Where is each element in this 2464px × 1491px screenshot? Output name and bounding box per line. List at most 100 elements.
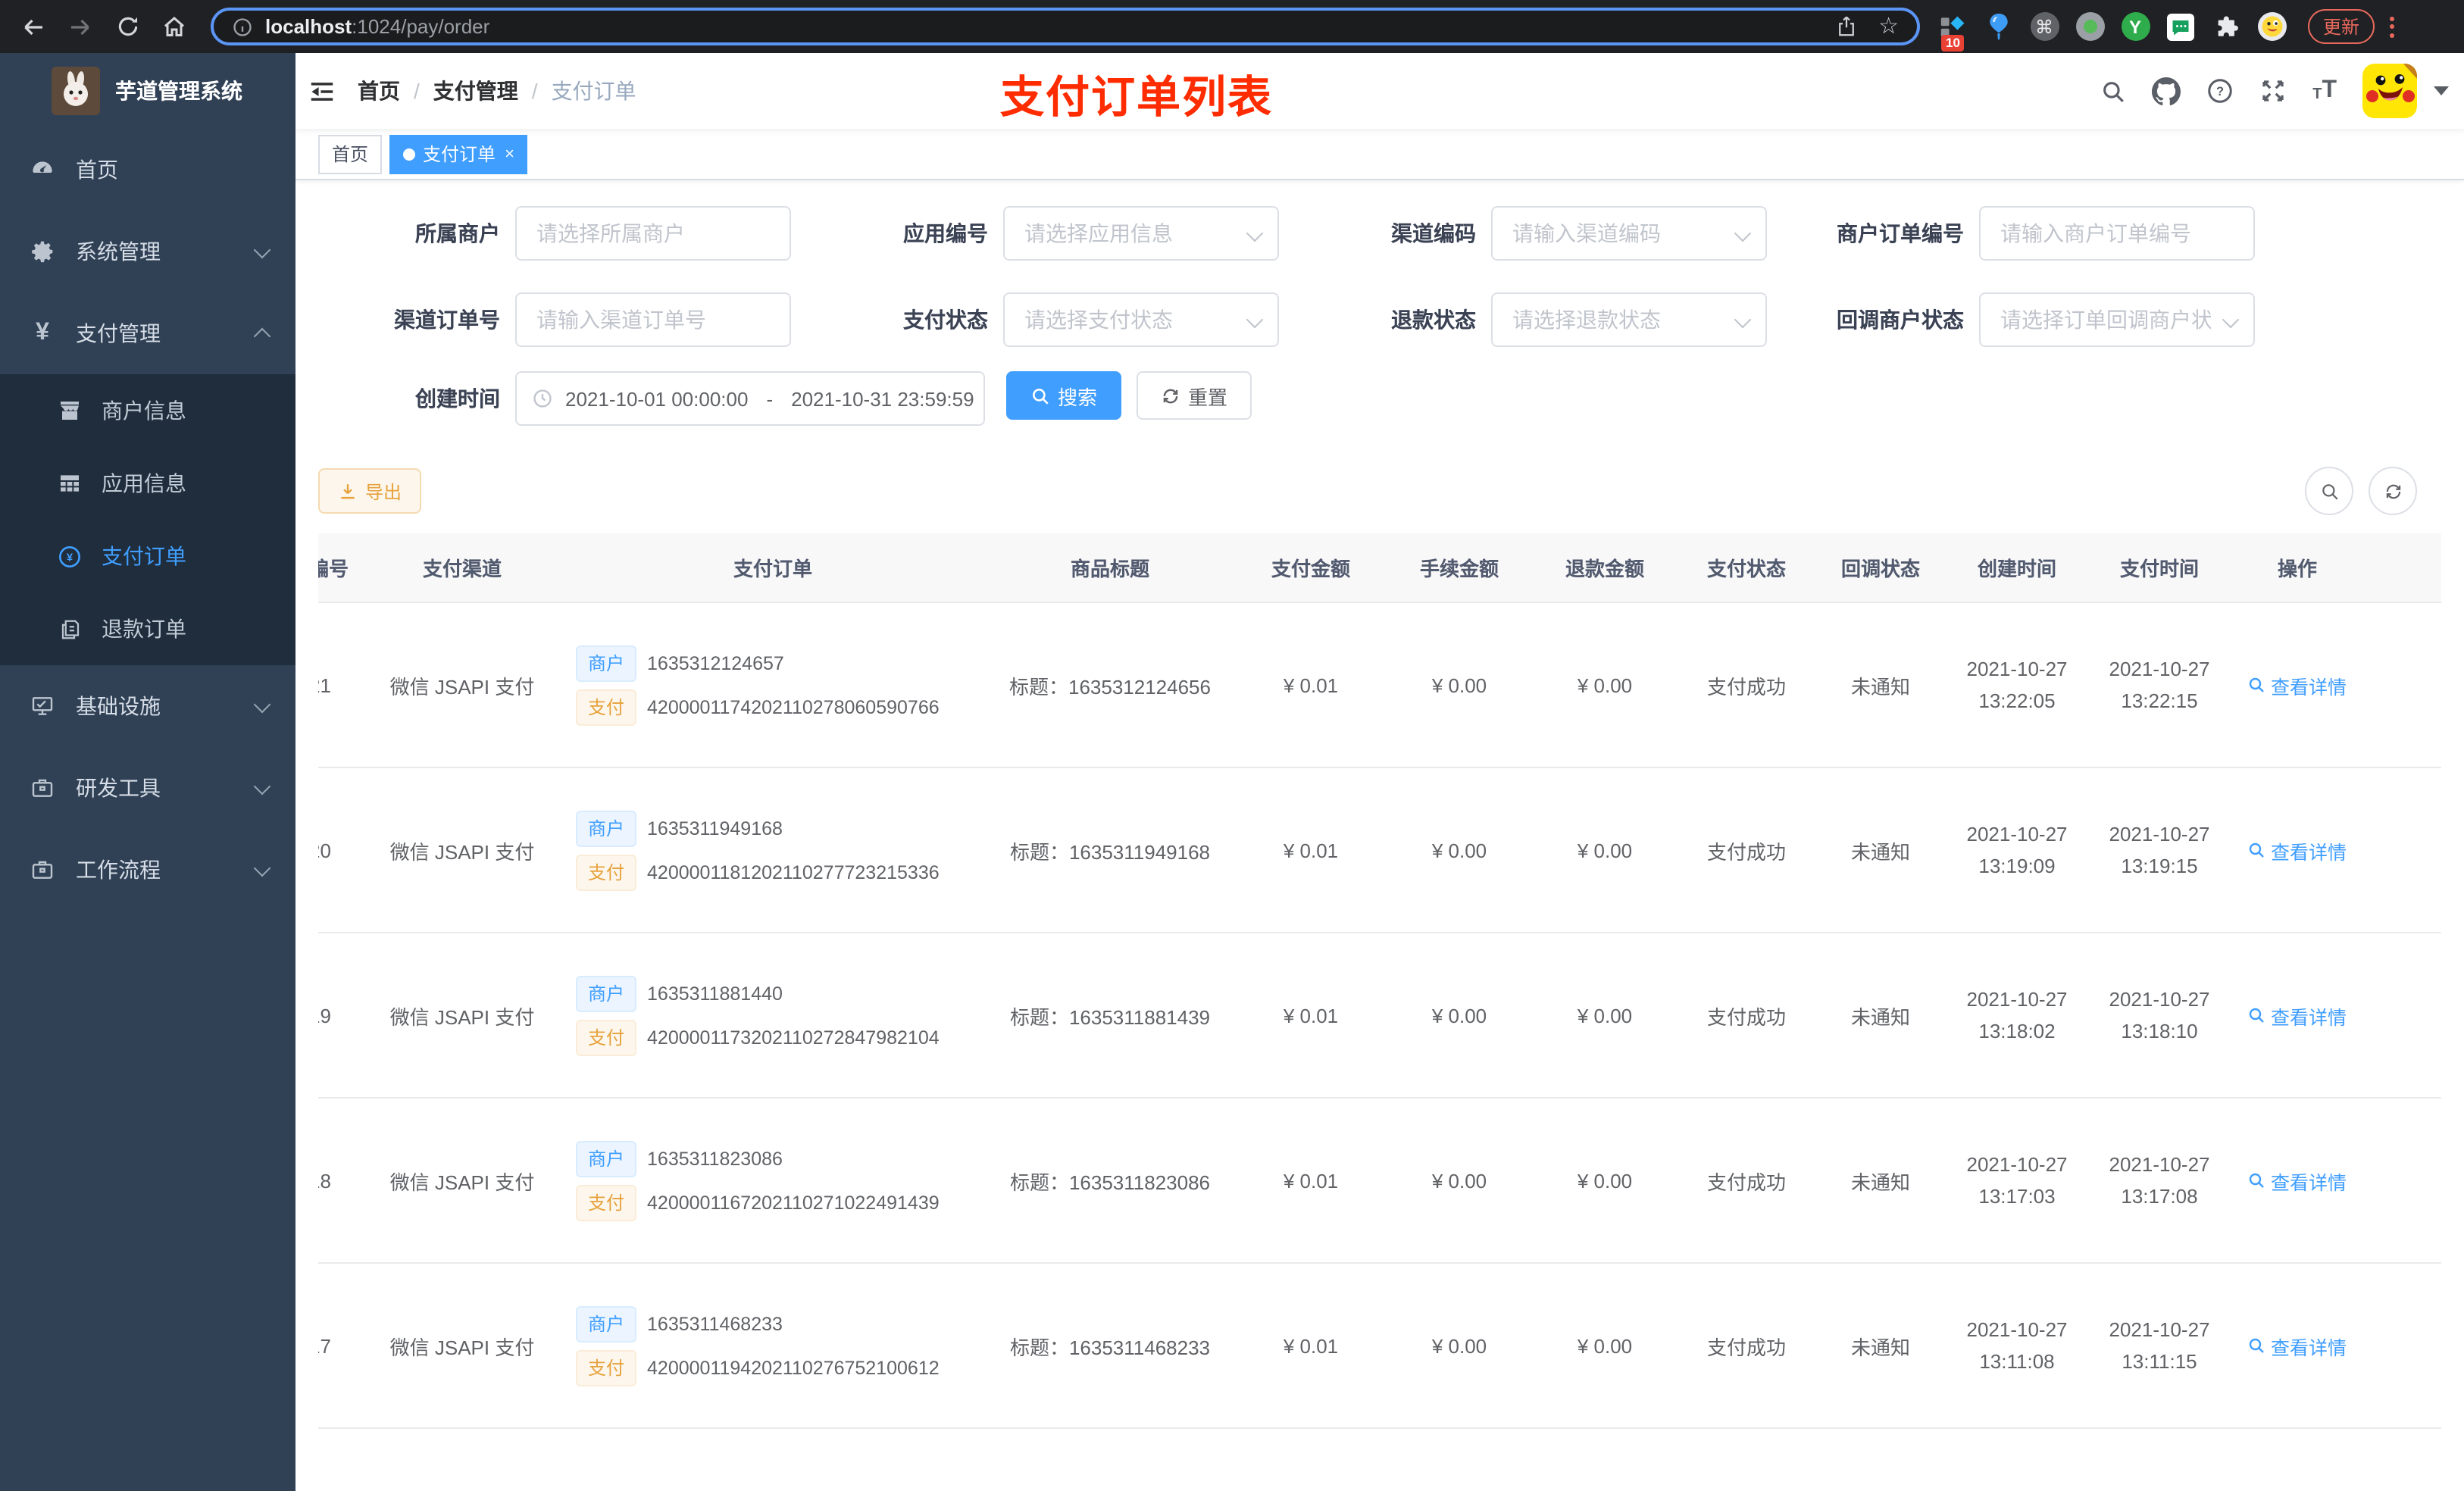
search-button[interactable]: 搜索 [1006, 371, 1122, 420]
extension-command-icon[interactable]: ⌘ [2029, 11, 2059, 42]
channel-order-no-input[interactable] [517, 308, 790, 332]
sidebar-item-home[interactable]: 首页 [0, 129, 295, 211]
view-detail-link[interactable]: 查看详情 [2248, 1001, 2347, 1030]
pay-status-input[interactable] [1005, 308, 1277, 332]
pay-channel: 微信 JSAPI 支付 [364, 602, 561, 768]
collapse-menu-icon[interactable] [295, 77, 358, 105]
store-icon [58, 399, 82, 423]
view-detail-link[interactable]: 查看详情 [2248, 670, 2347, 699]
pay-amount: ¥ 0.01 [1235, 1098, 1387, 1264]
sidebar-item-workflow[interactable]: 工作流程 [0, 829, 295, 911]
extension-recorder-icon[interactable] [2075, 11, 2105, 42]
refund-amount: ¥ 0.00 [1532, 767, 1678, 933]
channel-code-input[interactable] [1493, 221, 1765, 245]
order-id: 18 [318, 1169, 331, 1192]
pay-amount: ¥ 0.01 [1235, 767, 1387, 933]
sidebar-item-devtools[interactable]: 研发工具 [0, 747, 295, 829]
product-title: 标题：1635311949168 [985, 767, 1235, 933]
export-button[interactable]: 导出 [318, 468, 422, 514]
browser-menu-icon[interactable] [2390, 16, 2395, 37]
help-icon[interactable]: ? [2206, 77, 2234, 105]
url-text: localhost:1024/pay/order [265, 15, 490, 38]
reset-button[interactable]: 重置 [1137, 371, 1252, 420]
pay-status-select[interactable] [1003, 292, 1279, 347]
sidebar-item-infra[interactable]: 基础设施 [0, 665, 295, 747]
app-logo[interactable]: 芋道管理系统 [0, 53, 295, 129]
sidebar-item-pay-order[interactable]: ¥ 支付订单 [0, 520, 295, 592]
tag-home[interactable]: 首页 [318, 134, 383, 173]
bookmark-star-icon[interactable]: ☆ [1878, 15, 1899, 38]
sidebar-item-label: 首页 [76, 158, 118, 182]
fullscreen-icon[interactable] [2259, 77, 2287, 105]
breadcrumb-home[interactable]: 首页 [358, 76, 400, 106]
view-detail-link[interactable]: 查看详情 [2248, 1331, 2347, 1360]
notify-status-select[interactable] [1979, 292, 2255, 347]
app-select[interactable] [1003, 206, 1279, 261]
search-icon[interactable] [2100, 78, 2126, 104]
browser-forward-button[interactable] [61, 7, 100, 46]
site-info-icon[interactable] [232, 16, 253, 37]
channel-order-no-field[interactable] [515, 292, 791, 347]
filter-row-2: 渠道订单号 支付状态 退款状态 [318, 292, 2441, 347]
refund-status-select[interactable] [1491, 292, 1767, 347]
view-detail-link[interactable]: 查看详情 [2248, 1166, 2347, 1195]
channel-code-select[interactable] [1491, 206, 1767, 261]
extension-pin-icon[interactable] [1984, 11, 2014, 42]
extension-emoji-icon[interactable] [2256, 11, 2287, 42]
tag-close-icon[interactable]: × [505, 145, 514, 163]
browser-update-button[interactable]: 更新 [2308, 9, 2375, 44]
sidebar-item-system[interactable]: 系统管理 [0, 211, 295, 292]
logo-image [52, 67, 100, 115]
breadcrumb-pay[interactable]: 支付管理 [433, 76, 518, 106]
tags-view-bar: 首页 支付订单 × [295, 129, 2464, 180]
pay-channel: 微信 JSAPI 支付 [364, 1098, 561, 1264]
extension-chat-icon[interactable] [2165, 11, 2196, 42]
browser-home-button[interactable] [155, 7, 194, 46]
extension-y-icon[interactable]: Y [2120, 11, 2150, 42]
sidebar-item-app-info[interactable]: 应用信息 [0, 447, 295, 520]
avatar-dropdown-caret[interactable] [2434, 86, 2449, 95]
toggle-search-button[interactable] [2305, 467, 2353, 515]
table-row: 20 微信 JSAPI 支付 商户 1635311949168 支付 [318, 767, 2441, 933]
pay-tag: 支付 [576, 689, 637, 725]
merchant-select[interactable] [515, 206, 791, 261]
clock-icon [532, 388, 553, 409]
sidebar-item-label: 工作流程 [76, 858, 161, 882]
github-icon[interactable] [2152, 77, 2181, 105]
document-icon [58, 617, 82, 641]
app-input[interactable] [1005, 221, 1277, 245]
sidebar-item-label: 应用信息 [102, 471, 186, 495]
notify-status-input[interactable] [1981, 308, 2253, 332]
user-avatar[interactable] [2362, 64, 2417, 118]
sidebar-item-label: 系统管理 [76, 239, 161, 264]
browser-back-button[interactable] [14, 7, 53, 46]
extensions-puzzle-icon[interactable] [2211, 11, 2241, 42]
filter-label: 所属商户 [415, 221, 500, 245]
share-icon[interactable] [1834, 15, 1857, 38]
notify-status: 未通知 [1815, 767, 1946, 933]
refund-amount: ¥ 0.00 [1532, 602, 1678, 768]
merchant-order-no-input[interactable] [1981, 221, 2253, 245]
sidebar-item-pay[interactable]: ¥ 支付管理 [0, 292, 295, 374]
merchant-order-no-field[interactable] [1979, 206, 2255, 261]
filter-label: 回调商户状态 [1837, 308, 1964, 332]
sidebar-item-merchant-info[interactable]: 商户信息 [0, 374, 295, 447]
font-size-icon[interactable]: TT [2312, 78, 2337, 103]
sidebar-item-label: 研发工具 [76, 776, 161, 800]
merchant-input[interactable] [517, 221, 790, 245]
refund-status-input[interactable] [1493, 308, 1765, 332]
refresh-button[interactable] [2369, 467, 2417, 515]
breadcrumb-current: 支付订单 [551, 79, 636, 103]
extension-devtools-icon[interactable]: 10 [1938, 11, 1968, 51]
address-bar[interactable]: localhost:1024/pay/order ☆ [211, 8, 1920, 45]
tag-pay-order[interactable]: 支付订单 × [389, 134, 528, 173]
filter-row-3: 创建时间 2021-10-01 00:00:00 - 2021-10-31 23… [318, 371, 2441, 426]
create-time-range-picker[interactable]: 2021-10-01 00:00:00 - 2021-10-31 23:59:5… [515, 371, 985, 426]
browser-reload-button[interactable] [108, 7, 147, 46]
sidebar-item-refund-order[interactable]: 退款订单 [0, 592, 295, 665]
column-header: 回调状态 [1840, 558, 1920, 580]
view-detail-link[interactable]: 查看详情 [2248, 836, 2347, 864]
channel-pay-no: 4200001167202110271022491439 [647, 1192, 940, 1213]
fee-amount: ¥ 0.00 [1387, 767, 1532, 933]
sidebar: 芋道管理系统 首页 系统管理 ¥ 支付管理 商户信息 应用信息 ¥ 支付订单 退… [0, 53, 295, 1491]
